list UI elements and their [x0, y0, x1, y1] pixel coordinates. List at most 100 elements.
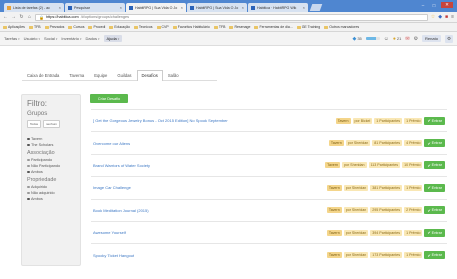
- browser-tab[interactable]: Lista de tarefas (2) - ac ×: [4, 3, 64, 12]
- filter-option[interactable]: Ambos: [27, 169, 75, 175]
- bookmark-item[interactable]: Ferramentas de dia...: [254, 25, 293, 29]
- nav-item-dados[interactable]: Dados ▾: [85, 36, 99, 41]
- bookmark-label: TFB: [33, 25, 41, 29]
- browser-tabstrip: Lista de tarefas (2) - ac × Pesquisar × Habi…: [0, 0, 457, 12]
- tab-5[interactable]: Salão: [163, 70, 184, 80]
- challenge-title-link[interactable]: Awesome Yourself: [93, 230, 126, 235]
- back-icon[interactable]: ←: [3, 14, 8, 20]
- join-challenge-button[interactable]: ✔ Entrar: [424, 139, 445, 148]
- participants-tag: 394 Participantes: [370, 229, 403, 236]
- challenge-title-link[interactable]: Brand Warriors of Water Society: [93, 163, 150, 168]
- select-none-button[interactable]: nenhum: [43, 120, 60, 128]
- filter-option[interactable]: The Scholars: [27, 142, 75, 148]
- bookmark-item[interactable]: Outros marcadores: [324, 25, 359, 29]
- group-tag[interactable]: Tavern: [326, 229, 342, 236]
- owner-prefix: por: [343, 163, 350, 168]
- star-icon[interactable]: ☆: [431, 14, 435, 20]
- minimize-button[interactable]: –: [419, 2, 427, 8]
- bookmarks-bar: Aplicações TFB Prezados Cursos Procedi Educaç…: [0, 23, 457, 32]
- browser-tab-label: Habitica · HabitRPG Wik: [257, 5, 297, 10]
- folder-icon: [213, 25, 218, 29]
- tab-3[interactable]: Guildas: [112, 70, 136, 80]
- participants-tag: 113 Participantes: [368, 162, 401, 169]
- group-tag[interactable]: Tavern: [335, 117, 351, 124]
- close-tab-icon[interactable]: ×: [120, 5, 122, 10]
- bookmark-item[interactable]: Resenage: [229, 25, 250, 29]
- join-challenge-button[interactable]: ✔ Entrar: [424, 251, 445, 260]
- extension-icon[interactable]: ◆: [438, 14, 442, 20]
- group-tag[interactable]: Tavern: [326, 207, 342, 214]
- extension-icon[interactable]: ■: [445, 14, 448, 20]
- select-all-button[interactable]: Todos: [27, 120, 42, 128]
- browser-tab[interactable]: HabitRPG | Sua Vida O Jo ×: [187, 3, 247, 12]
- gear-icon[interactable]: ⚙: [444, 34, 453, 43]
- bookmark-item[interactable]: CVP: [156, 25, 169, 29]
- close-tab-icon[interactable]: ×: [181, 5, 183, 10]
- close-tab-icon[interactable]: ×: [59, 5, 61, 10]
- create-challenge-button[interactable]: Criar Desafio: [90, 94, 128, 103]
- group-tag[interactable]: Tavern: [326, 252, 342, 259]
- close-window-button[interactable]: ✕: [441, 2, 453, 8]
- bookmark-item[interactable]: GE Training: [296, 25, 321, 29]
- bookmark-label: GE Training: [301, 25, 321, 29]
- bookmark-item[interactable]: TFB: [213, 25, 225, 29]
- notification-icon[interactable]: ✉: [405, 36, 409, 42]
- browser-tab[interactable]: Pesquisar ×: [65, 3, 125, 12]
- tab-4[interactable]: Desafios: [136, 70, 163, 81]
- tab-2[interactable]: Equipe: [89, 70, 112, 80]
- challenge-title-link[interactable]: Spooky Ticket Hangout: [93, 253, 134, 258]
- challenge-title-link[interactable]: Image Car Challenge: [93, 185, 131, 190]
- group-tag[interactable]: Tavern: [325, 162, 340, 169]
- filter-title: Filtro:: [27, 99, 47, 108]
- nav-item-inventário[interactable]: Inventário ▾: [61, 36, 81, 41]
- tab-0[interactable]: Caixa de Entrada: [22, 70, 64, 80]
- menu-icon[interactable]: ≡: [451, 14, 454, 20]
- nav-item-label: Social: [43, 36, 55, 41]
- join-challenge-button[interactable]: ✔ Entrar: [424, 161, 445, 170]
- filter-option-label: Ambos: [31, 170, 43, 174]
- bookmark-item[interactable]: Procedi: [88, 25, 105, 29]
- reload-icon[interactable]: ↻: [19, 14, 24, 20]
- browser-tab[interactable]: Habitica · HabitRPG Wik ×: [248, 3, 308, 12]
- owner-prefix: por: [345, 208, 351, 213]
- bookmark-item[interactable]: Tecnicos: [133, 25, 153, 29]
- avatar-icon[interactable]: ☺: [384, 36, 389, 42]
- browser-tab[interactable]: HabitRPG | Sua Vida O Jo ×: [126, 3, 186, 12]
- challenge-meta: Tavern por Sheridan 173 Participantes 1 Prê…: [326, 251, 445, 260]
- nav-item-social[interactable]: Social ▾: [44, 36, 57, 41]
- join-challenge-button[interactable]: ✔ Entrar: [424, 206, 445, 215]
- group-tag[interactable]: Tavern: [328, 140, 344, 147]
- owner-tag: por Sheridan: [343, 207, 369, 214]
- settings-icon[interactable]: ⚙: [414, 36, 418, 42]
- challenge-title-link[interactable]: Overcome our Aliens: [93, 141, 130, 146]
- join-challenge-button[interactable]: ✔ Entrar: [424, 183, 445, 192]
- bookmark-item[interactable]: Cursos: [68, 25, 84, 29]
- challenge-title-link[interactable]: [ Get the Gorgeous Jewelry Bonus - Oct 2…: [93, 118, 228, 123]
- group-tag[interactable]: Tavern: [326, 184, 342, 191]
- bookmark-item[interactable]: Prezados: [44, 25, 64, 29]
- close-tab-icon[interactable]: ×: [303, 5, 305, 10]
- close-tab-icon[interactable]: ×: [242, 5, 244, 10]
- new-tab-button[interactable]: [309, 4, 323, 11]
- join-challenge-button[interactable]: ✔ Entrar: [424, 228, 445, 237]
- bookmark-item[interactable]: Educação: [109, 25, 130, 29]
- challenge-row: Overcome our Aliens Tavern por Sheridan 81 …: [91, 131, 447, 153]
- bookmark-item[interactable]: TFB: [28, 25, 41, 29]
- challenge-title-link[interactable]: Book Meditation Journal (2015): [93, 208, 149, 213]
- user-menu-button[interactable]: Renato: [422, 35, 441, 42]
- home-icon[interactable]: ⌂: [27, 14, 32, 20]
- filter-option[interactable]: Ambos: [27, 196, 75, 202]
- nav-item-ajuda[interactable]: Ajuda ▾: [103, 35, 123, 42]
- bookmark-item[interactable]: Favoritos Habitulário: [172, 25, 210, 29]
- bookmark-item[interactable]: Aplicações: [3, 25, 25, 29]
- join-challenge-button[interactable]: ✔ Entrar: [424, 116, 445, 125]
- gems-counter[interactable]: ◆ 35: [352, 36, 361, 42]
- maximize-button[interactable]: □: [430, 2, 438, 8]
- prize-count: 1: [406, 118, 409, 123]
- nav-item-usuário[interactable]: Usuário ▾: [24, 36, 40, 41]
- forward-icon[interactable]: →: [11, 14, 16, 20]
- nav-item-tarefas[interactable]: Tarefas ▾: [4, 36, 20, 41]
- radio-icon: [27, 143, 30, 147]
- tab-1[interactable]: Taverna: [64, 70, 89, 80]
- url-input[interactable]: 🔒 https://habitica.com/#/options/groups/…: [35, 13, 428, 21]
